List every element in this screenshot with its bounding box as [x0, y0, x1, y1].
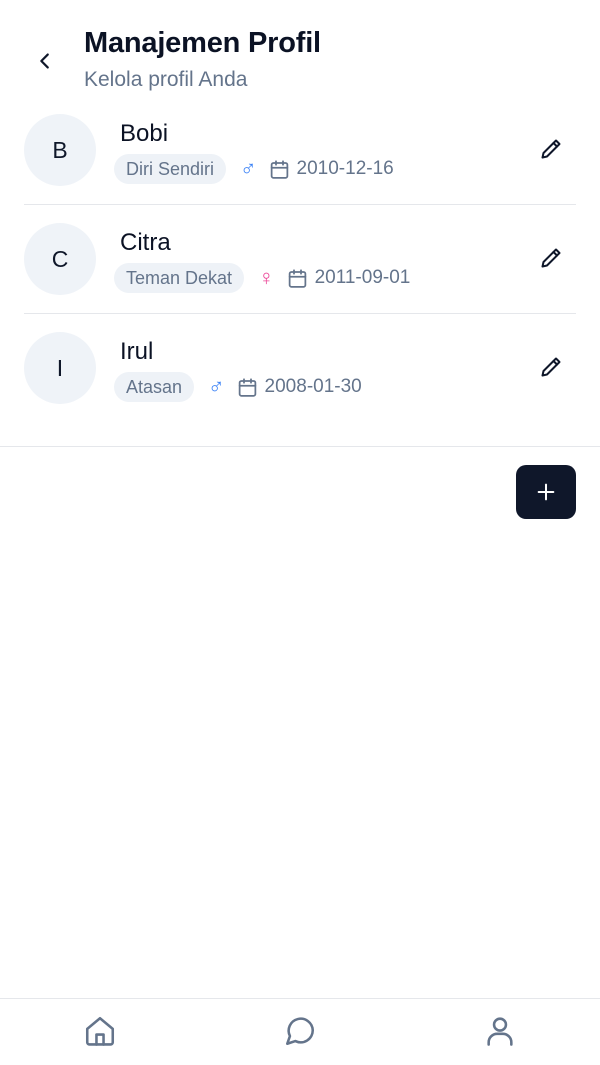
relation-badge: Atasan: [114, 372, 195, 402]
profile-row[interactable]: I Irul Atasan ♂ 2008-01-30: [24, 314, 576, 423]
chevron-left-icon: [40, 53, 49, 69]
pencil-icon: [541, 248, 561, 268]
edit-button[interactable]: [536, 352, 566, 382]
edit-button[interactable]: [536, 243, 566, 273]
profile-name: Irul: [120, 338, 154, 365]
birth-date: 2008-01-30: [264, 376, 362, 397]
nav-chat[interactable]: [280, 1013, 320, 1049]
page-title: Manajemen Profil: [84, 27, 321, 59]
header: Manajemen Profil Kelola profil Anda: [0, 0, 600, 110]
male-icon: ♂: [240, 156, 257, 181]
female-icon: ♀: [258, 265, 275, 290]
calendar-icon: [287, 267, 309, 289]
profile-row[interactable]: C Citra Teman Dekat ♀ 2011-09-01: [24, 205, 576, 314]
male-icon: ♂: [208, 374, 225, 399]
edit-button[interactable]: [536, 134, 566, 164]
birth-date: 2010-12-16: [296, 158, 394, 179]
profile-name: Bobi: [120, 120, 169, 147]
page-subtitle: Kelola profil Anda: [84, 68, 248, 91]
calendar-icon: [269, 158, 291, 180]
user-icon: [487, 1017, 513, 1046]
profile-row[interactable]: B Bobi Diri Sendiri ♂ 2010-12-16: [24, 96, 576, 205]
birth-date: 2011-09-01: [314, 267, 411, 288]
avatar: B: [24, 114, 96, 186]
back-button[interactable]: [26, 42, 64, 80]
profile-meta: Atasan ♂ 2008-01-30: [114, 372, 362, 402]
pencil-icon: [541, 357, 561, 377]
bottom-navigation: [0, 998, 600, 1065]
pencil-icon: [541, 139, 561, 159]
relation-badge: Diri Sendiri: [114, 154, 227, 184]
profile-meta: Diri Sendiri ♂ 2010-12-16: [114, 154, 394, 184]
profile-list: B Bobi Diri Sendiri ♂ 2010-12-16 C Citra…: [24, 96, 576, 423]
profile-meta: Teman Dekat ♀ 2011-09-01: [114, 263, 410, 293]
avatar: I: [24, 332, 96, 404]
section-divider: [0, 446, 600, 447]
calendar-icon: [237, 376, 259, 398]
nav-home[interactable]: [80, 1013, 120, 1049]
nav-profile[interactable]: [480, 1013, 520, 1049]
home-icon: [85, 1016, 115, 1046]
avatar: C: [24, 223, 96, 295]
profile-name: Citra: [120, 229, 171, 256]
add-profile-button[interactable]: [516, 465, 576, 519]
relation-badge: Teman Dekat: [114, 263, 245, 293]
chat-icon: [285, 1017, 315, 1046]
plus-icon: [537, 483, 555, 501]
